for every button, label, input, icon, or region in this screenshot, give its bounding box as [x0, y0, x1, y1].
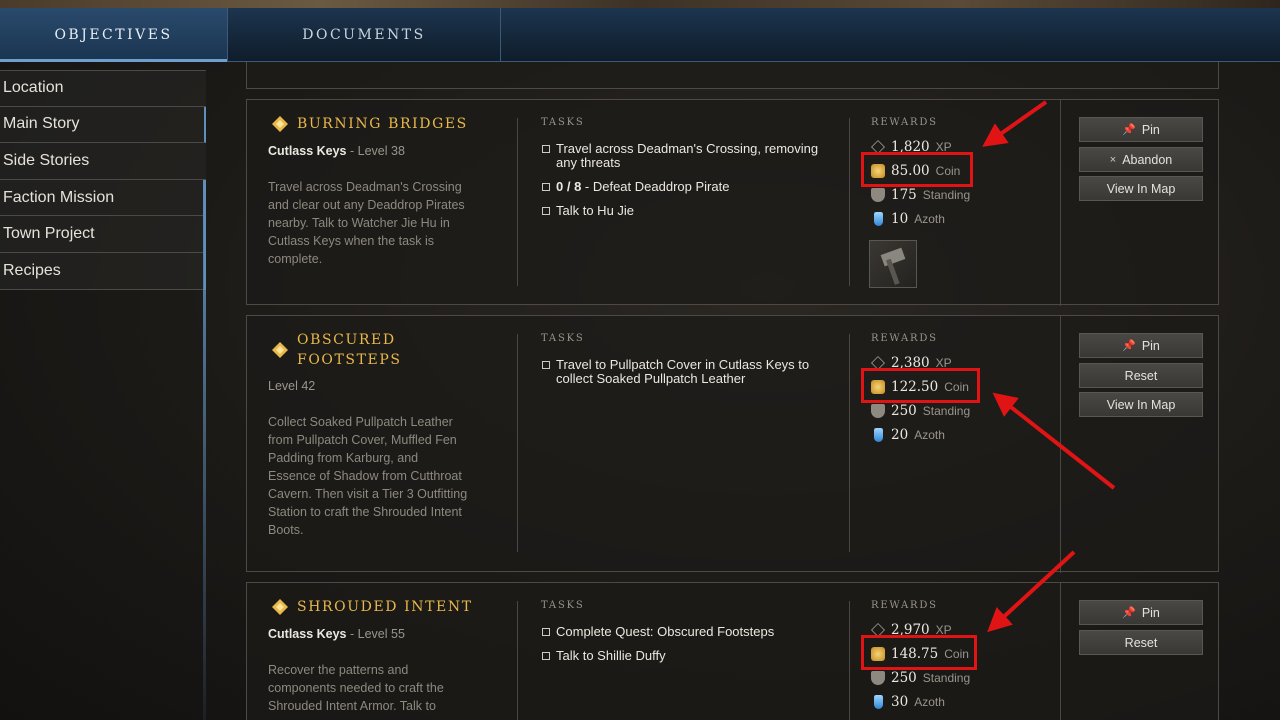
- arrow-to-coin-3: [987, 550, 1076, 633]
- annotation-arrows: [982, 100, 1116, 633]
- arrow-to-coin-2: [992, 392, 1116, 490]
- arrow-to-coin-1: [982, 100, 1048, 147]
